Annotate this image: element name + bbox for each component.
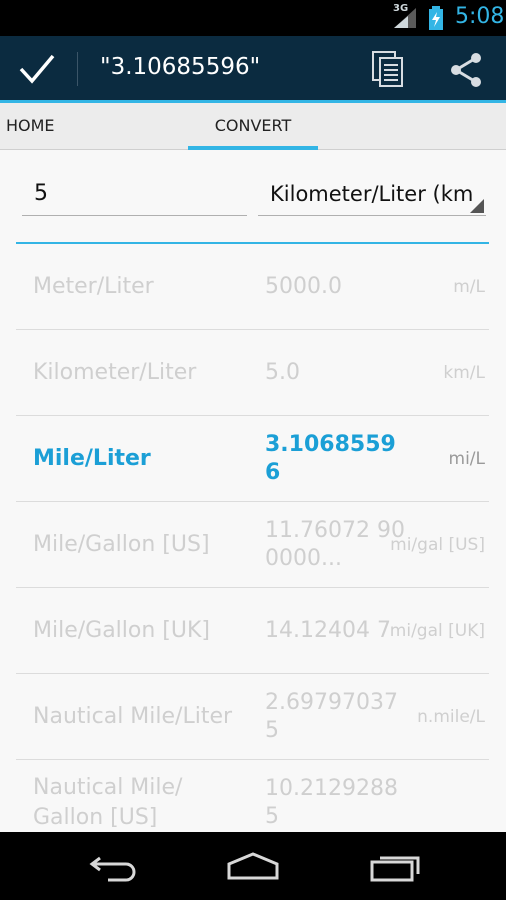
converter-panel: 5 Kilometer/Liter (km Meter/Liter 5000.0…	[0, 150, 506, 832]
result-unit-name: Mile/Gallon [US]	[33, 532, 210, 557]
network-type: 3G	[393, 3, 409, 14]
navigation-bar	[0, 832, 506, 900]
result-row-nautical-mile-gallon-us[interactable]: Nautical Mile/ Gallon [US] 10.21292885	[16, 760, 489, 832]
result-unit-symbol: m/L	[453, 277, 485, 297]
dropdown-arrow-icon	[470, 199, 484, 213]
result-row-mile-liter[interactable]: Mile/Liter 3.10685596 mi/L	[16, 416, 489, 502]
result-value: 11.76072 900000...	[265, 518, 405, 571]
action-divider	[77, 52, 78, 86]
status-bar: 3G 5:08	[0, 0, 506, 36]
result-unit-name: Meter/Liter	[33, 274, 154, 299]
unit-dropdown-label: Kilometer/Liter (km	[270, 182, 474, 206]
result-row-meter-liter[interactable]: Meter/Liter 5000.0 m/L	[16, 244, 489, 330]
back-icon[interactable]	[86, 850, 142, 882]
tab-bar: HOME CONVERT	[0, 100, 506, 151]
result-unit-name: Mile/Gallon [UK]	[33, 618, 210, 643]
result-unit-symbol: mi/gal [UK]	[389, 621, 485, 641]
result-unit-symbol: km/L	[443, 363, 485, 383]
copy-icon[interactable]	[371, 50, 405, 88]
unit-dropdown[interactable]: Kilometer/Liter (km	[258, 172, 486, 216]
tab-convert-label: CONVERT	[214, 116, 292, 135]
result-value: 3.10685596	[265, 432, 396, 485]
result-unit-name: Kilometer/Liter	[33, 360, 197, 385]
result-value: 2.69797037 5	[265, 690, 398, 743]
result-unit-name: Nautical Mile/ Gallon [US]	[33, 775, 183, 830]
clock: 5:08	[455, 4, 505, 29]
result-unit-name: Nautical Mile/Liter	[33, 704, 233, 729]
result-unit-symbol: mi/gal [US]	[390, 535, 485, 555]
result-row-mile-gallon-us[interactable]: Mile/Gallon [US] 11.76072 900000... mi/g…	[16, 502, 489, 588]
result-value: 14.12404 7	[265, 618, 391, 643]
result-row-nautical-mile-liter[interactable]: Nautical Mile/Liter 2.69797037 5 n.mile/…	[16, 674, 489, 760]
result-unit-name: Mile/Liter	[33, 446, 151, 471]
tab-convert[interactable]: CONVERT	[188, 103, 318, 151]
result-unit-symbol: mi/L	[448, 449, 485, 469]
result-row-mile-gallon-uk[interactable]: Mile/Gallon [UK] 14.12404 7 mi/gal [UK]	[16, 588, 489, 674]
action-bar: "3.10685596"	[0, 36, 506, 100]
home-icon[interactable]	[225, 850, 281, 882]
tab-home[interactable]: HOME	[6, 103, 55, 149]
check-icon[interactable]	[18, 52, 56, 86]
result-value: 5.0	[265, 360, 300, 385]
value-input[interactable]: 5	[22, 172, 247, 216]
result-row-kilometer-liter[interactable]: Kilometer/Liter 5.0 km/L	[16, 330, 489, 416]
action-bar-title: "3.10685596"	[100, 54, 261, 80]
share-icon[interactable]	[448, 52, 484, 88]
result-value: 5000.0	[265, 274, 342, 299]
result-unit-symbol: n.mile/L	[417, 707, 485, 727]
recent-apps-icon[interactable]	[368, 850, 424, 882]
battery-charging-icon	[429, 6, 443, 30]
result-value: 10.21292885	[265, 776, 398, 829]
